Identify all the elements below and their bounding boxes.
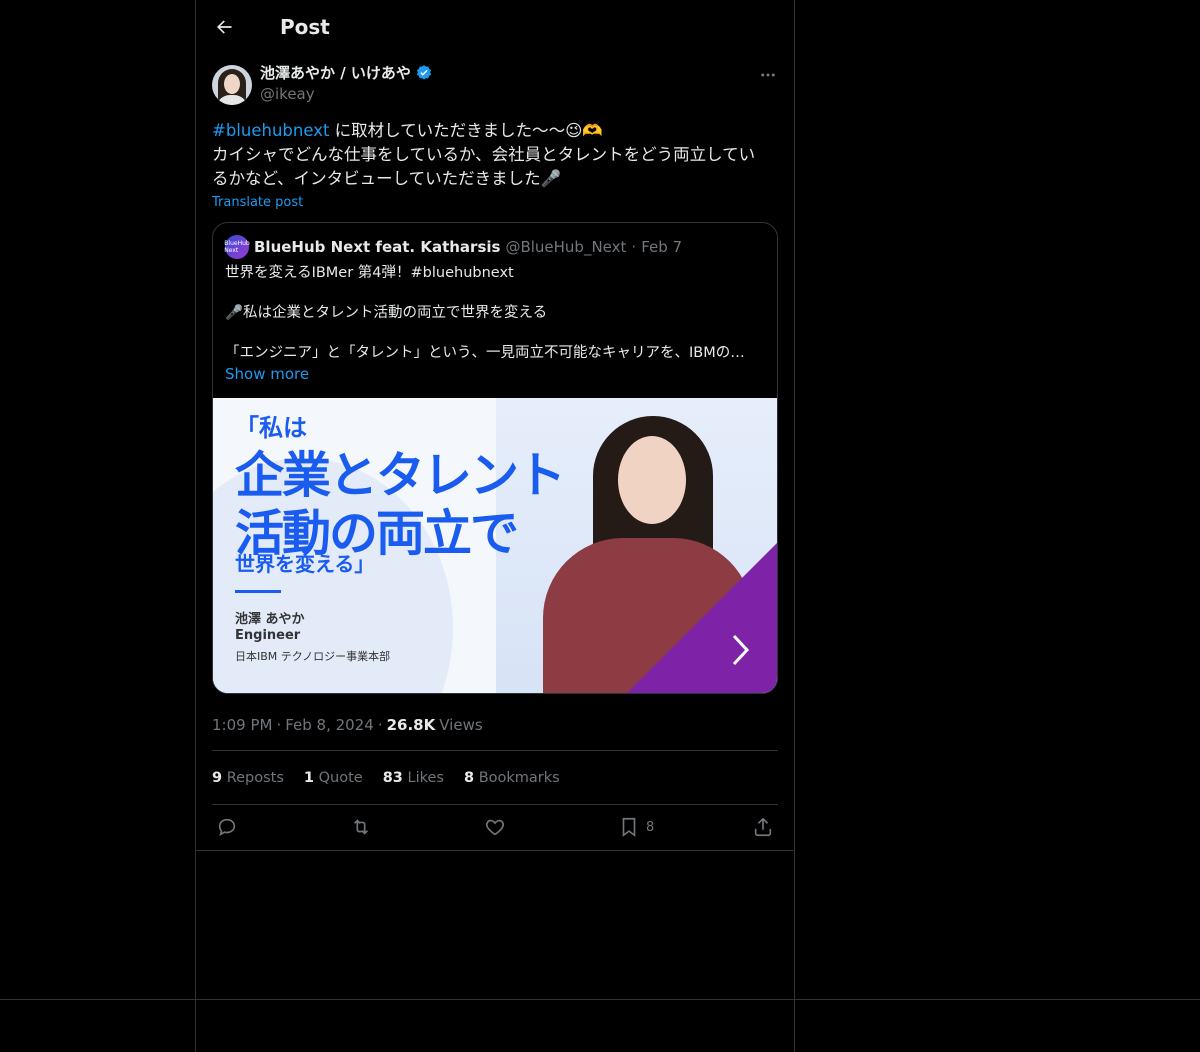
quoted-avatar-text: BlueHub Next — [224, 240, 250, 254]
reply-icon — [218, 818, 236, 836]
post-line-3: るかなど、インタビューしていただきました🎤 — [212, 169, 562, 188]
hashtag-link[interactable]: #bluehubnext — [212, 121, 329, 140]
author-handle[interactable]: @ikeay — [260, 85, 433, 103]
verified-badge-icon[interactable] — [415, 64, 433, 82]
back-button[interactable] — [212, 15, 236, 39]
views-count: 26.8K — [386, 716, 436, 734]
translate-post-link[interactable]: Translate post — [196, 195, 794, 210]
author-row: 池澤あやか / いけあや @ikeay — [196, 62, 794, 117]
chevron-right-icon — [732, 634, 750, 666]
quoted-post-text: 世界を変えるIBMer 第4弾！#bluehubnext 🎤私は企業とタレント活… — [213, 259, 777, 363]
banner-headline-3: 世界を変える」 — [235, 552, 375, 576]
reposts-stat[interactable]: 9 Reposts — [212, 770, 284, 786]
quoted-media-banner[interactable]: 「私は 企業とタレント 活動の両立で 世界を変える」 池澤 あやか Engine… — [213, 398, 777, 693]
page-title: Post — [280, 14, 330, 39]
bookmarks-stat[interactable]: 8 Bookmarks — [464, 770, 560, 786]
quoted-line-2: 🎤私は企業とタレント活動の両立で世界を変える — [225, 305, 548, 321]
banner-person-name: 池澤 あやか — [235, 612, 305, 627]
author-avatar[interactable] — [212, 65, 252, 105]
action-bar: 8 — [196, 805, 794, 852]
likes-stat[interactable]: 83 Likes — [383, 770, 444, 786]
bookmark-icon — [622, 817, 636, 837]
quoted-separator: · — [631, 238, 637, 256]
engagement-stats: 9 Reposts 1 Quote 83 Likes 8 Bookmarks — [196, 751, 794, 804]
repost-icon — [353, 819, 369, 835]
back-arrow-icon — [217, 19, 232, 34]
page-header: Post — [196, 0, 794, 53]
quoted-line-3: 「エンジニア」と「タレント」という、一見両立不可能なキャリアを、IBMの… — [225, 345, 745, 361]
like-button[interactable] — [484, 816, 506, 838]
post-line-2: カイシャでどんな仕事をしているか、会社員とタレントをどう両立してい — [212, 145, 756, 164]
banner-person-dept: 日本IBM テクノロジー事業本部 — [235, 650, 391, 663]
right-column-border — [794, 0, 795, 1052]
bookmark-button[interactable]: 8 — [618, 816, 654, 838]
banner-rule — [235, 590, 281, 593]
post-date[interactable]: Feb 8, 2024 — [285, 716, 374, 734]
post-text: #bluehubnext に取材していただきました〜〜😉🫶 カイシャでどんな仕事… — [196, 119, 794, 191]
repost-button[interactable] — [350, 816, 372, 838]
quoted-author-name: BlueHub Next feat. Katharsis — [254, 238, 501, 256]
share-icon — [754, 817, 772, 837]
reply-button[interactable] — [216, 816, 238, 838]
quoted-author-avatar: BlueHub Next — [224, 235, 250, 259]
more-icon — [761, 73, 775, 77]
post-detail-column: Post 池澤あやか / いけあや @ikeay #bluehubnext に取… — [196, 0, 794, 852]
quoted-author-handle: @BlueHub_Next — [505, 238, 627, 256]
quoted-line-1: 世界を変えるIBMer 第4弾！#bluehubnext — [225, 265, 514, 281]
more-options-button[interactable] — [758, 65, 778, 85]
quoted-post-card[interactable]: BlueHub Next BlueHub Next feat. Katharsi… — [212, 222, 778, 694]
share-button[interactable] — [752, 816, 774, 838]
quotes-stat[interactable]: 1 Quote — [304, 770, 363, 786]
bookmark-count: 8 — [646, 819, 655, 835]
banner-corner-triangle — [627, 543, 777, 693]
post-line-1: に取材していただきました〜〜😉🫶 — [329, 121, 603, 140]
quoted-date: Feb 7 — [641, 238, 683, 256]
post-time[interactable]: 1:09 PM — [212, 716, 272, 734]
author-name[interactable]: 池澤あやか / いけあや — [260, 62, 411, 83]
like-icon — [485, 819, 505, 836]
post-meta: 1:09 PM · Feb 8, 2024 · 26.8K Views — [196, 710, 794, 740]
banner-person-role: Engineer — [235, 628, 301, 643]
bottom-divider — [0, 999, 1200, 1000]
meta-separator: · — [276, 716, 282, 734]
show-more-link[interactable]: Show more — [213, 365, 777, 383]
meta-separator: · — [377, 716, 383, 734]
post-bottom-border — [196, 850, 794, 851]
views-label: Views — [439, 716, 483, 734]
